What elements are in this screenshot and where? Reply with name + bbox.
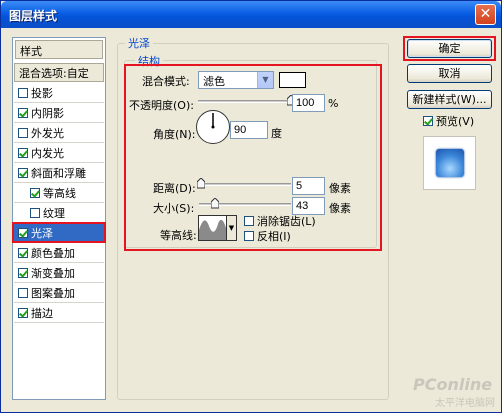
checkbox-contour[interactable] — [30, 188, 40, 198]
list-item-inner-shadow[interactable]: 内阴影 — [14, 104, 104, 123]
invert-option[interactable]: 反相(I) — [244, 228, 291, 244]
close-icon: ✕ — [479, 6, 492, 22]
opacity-slider-track[interactable] — [198, 100, 291, 103]
list-item-label: 颜色叠加 — [31, 247, 75, 260]
satin-title: 光泽 — [125, 35, 153, 51]
list-item-gradient-overlay[interactable]: 渐变叠加 — [14, 264, 104, 283]
dialog-title: 图层样式 — [9, 9, 58, 23]
antialias-label: 消除锯齿(L) — [257, 215, 316, 228]
antialias-option[interactable]: 消除锯齿(L) — [244, 213, 316, 229]
checkbox-invert[interactable] — [244, 231, 254, 241]
distance-label: 距离(D): — [153, 182, 196, 195]
blend-mode-value: 滤色 — [203, 75, 225, 88]
list-item-drop-shadow[interactable]: 投影 — [14, 84, 104, 103]
distance-slider-thumb[interactable] — [196, 178, 205, 189]
preview-label: 预览(V) — [436, 115, 475, 128]
blend-mode-select[interactable]: 滤色 ▼ — [198, 71, 274, 89]
checkbox-color-overlay[interactable] — [18, 248, 28, 258]
checkbox-pattern-overlay[interactable] — [18, 288, 28, 298]
checkbox-inner-glow[interactable] — [18, 148, 28, 158]
contour-label: 等高线: — [160, 229, 197, 242]
blend-options-item[interactable]: 混合选项:自定 — [14, 63, 104, 82]
layer-style-dialog: 图层样式 ✕ 样式 混合选项:自定 投影 内阴影 外发光 内发光 斜面和浮雕 等… — [0, 0, 502, 413]
list-item-satin[interactable]: 光泽 — [14, 224, 104, 243]
invert-label: 反相(I) — [257, 230, 291, 243]
blend-color-swatch[interactable] — [279, 72, 306, 88]
title-bar[interactable]: 图层样式 ✕ — [1, 1, 501, 28]
opacity-unit: % — [328, 97, 339, 110]
angle-input[interactable] — [230, 121, 268, 139]
list-item-label: 光泽 — [31, 227, 53, 240]
checkbox-texture[interactable] — [30, 208, 40, 218]
list-item-texture[interactable]: 纹理 — [14, 204, 104, 223]
list-item-bevel-emboss[interactable]: 斜面和浮雕 — [14, 164, 104, 183]
distance-unit: 像素 — [329, 182, 351, 195]
list-item-label: 投影 — [31, 87, 53, 100]
checkbox-bevel-emboss[interactable] — [18, 168, 28, 178]
size-label: 大小(S): — [153, 202, 195, 215]
preview-swatch — [435, 149, 464, 177]
dialog-body: 样式 混合选项:自定 投影 内阴影 外发光 内发光 斜面和浮雕 等高线 纹理 光… — [5, 28, 498, 410]
distance-slider-track[interactable] — [199, 183, 291, 186]
list-item-label: 纹理 — [43, 207, 65, 220]
list-item-color-overlay[interactable]: 颜色叠加 — [14, 244, 104, 263]
contour-curve-icon — [199, 219, 226, 240]
style-preview — [423, 136, 476, 190]
new-style-button[interactable]: 新建样式(W)... — [407, 90, 492, 109]
list-item-outer-glow[interactable]: 外发光 — [14, 124, 104, 143]
chevron-down-icon: ▼ — [257, 72, 273, 88]
list-item-label: 图案叠加 — [31, 287, 75, 300]
ok-button[interactable]: 确定 — [407, 39, 492, 58]
list-item-label: 外发光 — [31, 127, 64, 140]
checkbox-stroke[interactable] — [18, 308, 28, 318]
watermark-brand: PConline — [413, 375, 493, 394]
checkbox-antialias[interactable] — [244, 216, 254, 226]
list-item-label: 内阴影 — [31, 107, 64, 120]
cancel-button[interactable]: 取消 — [407, 64, 492, 83]
list-item-pattern-overlay[interactable]: 图案叠加 — [14, 284, 104, 303]
structure-title: 结构 — [135, 53, 163, 69]
list-item-contour[interactable]: 等高线 — [14, 184, 104, 203]
checkbox-preview[interactable] — [423, 116, 433, 126]
list-item-label: 斜面和浮雕 — [31, 167, 86, 180]
list-item-label: 等高线 — [43, 187, 76, 200]
distance-input[interactable] — [292, 177, 325, 195]
preview-option[interactable]: 预览(V) — [423, 113, 474, 129]
list-item-label: 描边 — [31, 307, 53, 320]
checkbox-satin[interactable] — [18, 228, 28, 238]
contour-dropdown-button[interactable]: ▼ — [227, 215, 237, 241]
checkbox-outer-glow[interactable] — [18, 128, 28, 138]
styles-header[interactable]: 样式 — [15, 40, 103, 59]
size-slider-thumb[interactable] — [210, 198, 219, 209]
checkbox-gradient-overlay[interactable] — [18, 268, 28, 278]
checkbox-inner-shadow[interactable] — [18, 108, 28, 118]
contour-preview[interactable] — [198, 215, 227, 241]
size-unit: 像素 — [329, 202, 351, 215]
close-button[interactable]: ✕ — [475, 4, 496, 25]
watermark-sub: 太平洋电脑网 — [435, 398, 495, 409]
checkbox-drop-shadow[interactable] — [18, 88, 28, 98]
opacity-input[interactable] — [292, 94, 325, 112]
style-list: 样式 混合选项:自定 投影 内阴影 外发光 内发光 斜面和浮雕 等高线 纹理 光… — [12, 37, 106, 400]
angle-dial[interactable] — [196, 110, 230, 144]
list-item-label: 内发光 — [31, 147, 64, 160]
chevron-down-icon: ▼ — [228, 224, 235, 232]
angle-unit: 度 — [271, 127, 282, 140]
angle-label: 角度(N): — [153, 128, 196, 141]
opacity-label: 不透明度(O): — [129, 99, 194, 112]
list-item-inner-glow[interactable]: 内发光 — [14, 144, 104, 163]
list-item-stroke[interactable]: 描边 — [14, 304, 104, 323]
list-item-label: 渐变叠加 — [31, 267, 75, 280]
blend-mode-label: 混合模式: — [142, 75, 190, 88]
